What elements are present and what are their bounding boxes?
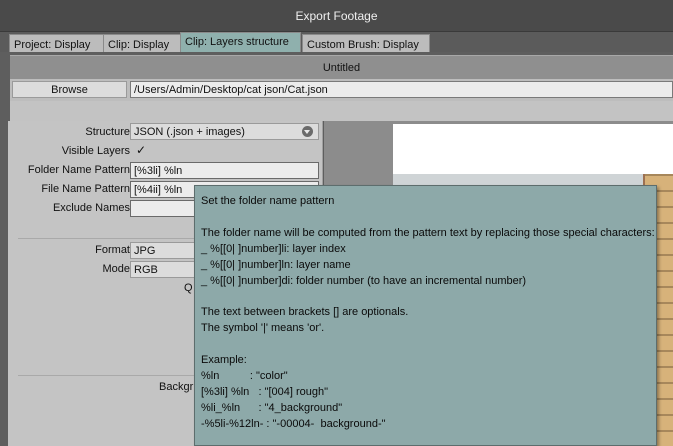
tooltip-example-label: Example: [201,353,247,366]
quality-label: Q [184,282,193,294]
background-label: Backgr [159,381,194,393]
tooltip-example-line: %ln : "color" [201,369,288,382]
visible-layers-checkbox[interactable]: ✓ [136,143,150,158]
mode-value: RGB [134,264,158,276]
tooltip-note: The text between brackets [] are optiona… [201,306,409,318]
mode-label: Mode [102,263,130,275]
divider-strip [10,101,673,121]
tab-label: Clip: Display [108,39,170,51]
browse-button[interactable]: Browse [12,81,127,98]
format-label: Format [95,244,130,256]
file-name-pattern-label: File Name Pattern [41,183,130,195]
tooltip-spacer [201,289,656,305]
tooltip-intro: The folder name will be computed from th… [201,226,655,239]
window-title: Export Footage [295,9,378,23]
folder-name-pattern-label: Folder Name Pattern [27,164,130,176]
tab-label: Project: Display [14,39,91,51]
tooltip-example-line: [%3li] %ln : "[004] rough" [201,385,329,398]
tooltip-spacer [201,336,656,352]
structure-value: JSON (.json + images) [134,126,245,138]
preview-canvas [393,124,673,174]
tooltip-code-line: _ %[[0| ]number]di: folder number (to ha… [201,274,527,287]
chevron-down-icon [302,126,313,137]
tooltip-code-line: _ %[[0| ]number]ln: layer name [201,258,351,271]
title-bar: Export Footage [0,0,673,32]
structure-label: Structure [85,126,130,138]
document-title: Untitled [322,62,361,74]
tooltip-code-line: _ %[[0| ]number]li: layer index [201,242,346,255]
visible-layers-label: Visible Layers [61,145,130,157]
tooltip-spacer [201,209,656,225]
check-icon: ✓ [136,143,147,157]
tooltip-title: Set the folder name pattern [201,195,335,207]
tooltip-example-line: %li_%ln : "4_background" [201,401,343,414]
pattern-help-tooltip: Set the folder name pattern The folder n… [194,185,657,446]
document-header: Untitled [10,55,673,79]
tab-label: Custom Brush: Display [307,39,419,51]
tooltip-example-line: -%5li-%12ln- : "-00004- background-" [201,417,386,430]
tab-label: Clip: Layers structure [185,36,289,48]
tab-clip-display[interactable]: Clip: Display [103,34,181,52]
exclude-names-label: Exclude Names [52,202,130,214]
path-input[interactable]: /Users/Admin/Desktop/cat json/Cat.json [130,81,673,98]
tab-strip: Project: Display Clip: Display Clip: Lay… [0,32,673,52]
tab-custom-brush-display[interactable]: Custom Brush: Display [302,34,430,52]
format-value: JPG [134,245,156,257]
structure-select[interactable]: JSON (.json + images) [130,123,319,140]
tooltip-note: The symbol '|' means 'or'. [201,322,325,334]
tab-clip-layers-structure[interactable]: Clip: Layers structure [180,32,301,52]
folder-name-pattern-input[interactable]: [%3li] %ln [130,162,319,179]
